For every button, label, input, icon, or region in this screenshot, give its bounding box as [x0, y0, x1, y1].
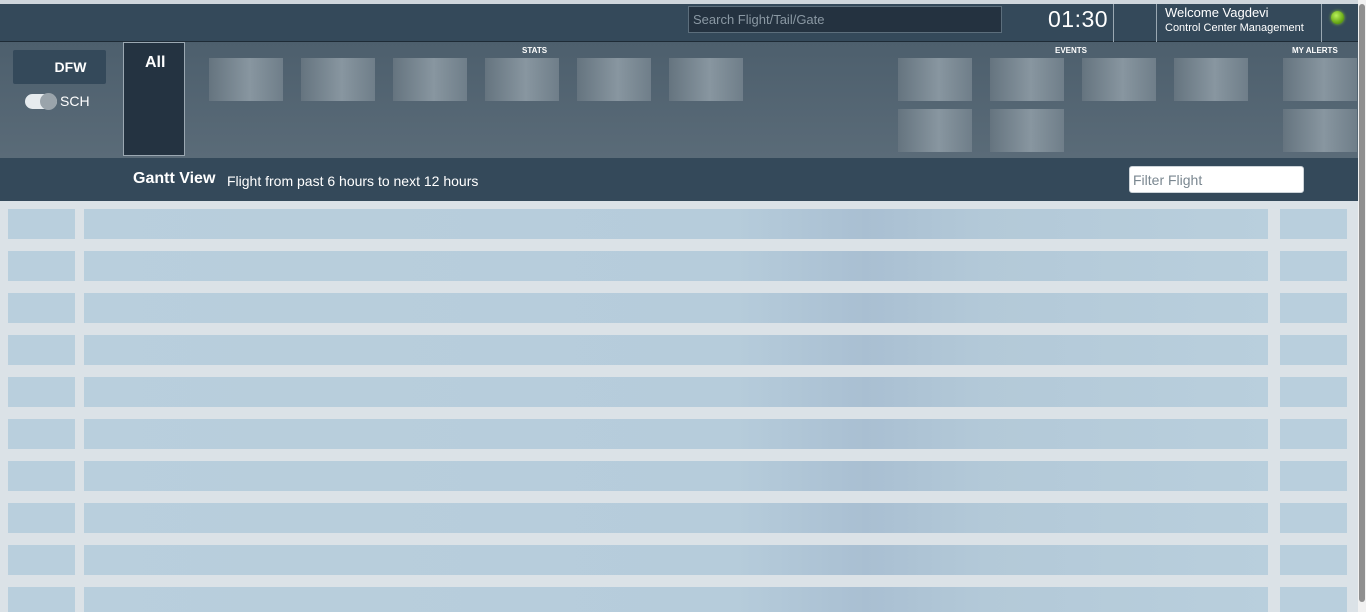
- event-tile[interactable]: [1082, 58, 1156, 101]
- row-timeline-cell: [84, 419, 1268, 449]
- alert-tile[interactable]: [1283, 109, 1357, 152]
- row-timeline-cell: [84, 545, 1268, 575]
- header-divider: [1321, 4, 1322, 42]
- alerts-section-title: MY ALERTS: [1292, 46, 1338, 55]
- station-button[interactable]: DFW: [13, 50, 106, 84]
- row-timeline-cell: [84, 293, 1268, 323]
- all-filter-tile[interactable]: All: [123, 42, 185, 156]
- row-label-cell: [8, 503, 75, 533]
- row-label-cell: [8, 335, 75, 365]
- stat-tile[interactable]: [301, 58, 375, 101]
- gantt-row[interactable]: [0, 377, 1358, 407]
- row-label-cell: [8, 377, 75, 407]
- gantt-title: Gantt View: [133, 170, 216, 187]
- sch-toggle[interactable]: [25, 93, 57, 110]
- user-role: Control Center Management: [1165, 22, 1304, 34]
- row-timeline-cell: [84, 209, 1268, 239]
- stat-tile[interactable]: [669, 58, 743, 101]
- events-section-title: EVENTS: [1055, 46, 1088, 55]
- row-label-cell: [8, 587, 75, 612]
- gantt-row[interactable]: [0, 461, 1358, 491]
- event-tile[interactable]: [990, 109, 1064, 152]
- row-timeline-cell: [84, 251, 1268, 281]
- row-label-cell: [8, 251, 75, 281]
- gantt-row[interactable]: [0, 503, 1358, 533]
- row-timeline-cell: [84, 503, 1268, 533]
- row-timeline-cell: [84, 335, 1268, 365]
- stats-section-title: STATS: [522, 46, 548, 55]
- row-end-cell: [1280, 587, 1347, 612]
- row-end-cell: [1280, 251, 1347, 281]
- row-label-cell: [8, 293, 75, 323]
- row-end-cell: [1280, 377, 1347, 407]
- event-tile[interactable]: [898, 58, 972, 101]
- row-timeline-cell: [84, 587, 1268, 612]
- event-tile[interactable]: [1174, 58, 1248, 101]
- row-label-cell: [8, 419, 75, 449]
- event-tile[interactable]: [898, 109, 972, 152]
- row-label-cell: [8, 209, 75, 239]
- row-label-cell: [8, 461, 75, 491]
- gantt-rows: [0, 201, 1358, 612]
- gantt-row[interactable]: [0, 293, 1358, 323]
- welcome-text: Welcome Vagdevi: [1165, 5, 1269, 20]
- gantt-subtitle: Flight from past 6 hours to next 12 hour…: [227, 173, 479, 189]
- sch-toggle-label: SCH: [60, 93, 90, 109]
- row-timeline-cell: [84, 377, 1268, 407]
- clock-display: 01:30: [1048, 6, 1109, 32]
- gantt-row[interactable]: [0, 335, 1358, 365]
- toggle-knob: [40, 93, 57, 110]
- vertical-scrollbar[interactable]: [1358, 0, 1366, 612]
- search-input[interactable]: [688, 6, 1002, 33]
- row-end-cell: [1280, 293, 1347, 323]
- row-label-cell: [8, 545, 75, 575]
- header-divider: [1113, 4, 1114, 42]
- gantt-row[interactable]: [0, 587, 1358, 612]
- row-end-cell: [1280, 461, 1347, 491]
- top-header: 01:30 Welcome Vagdevi Control Center Man…: [0, 0, 1358, 42]
- summary-panel: DFW SCH All STATS EVENTS MY ALERTS: [0, 42, 1358, 158]
- filter-flight-input[interactable]: [1129, 166, 1304, 193]
- gantt-row[interactable]: [0, 545, 1358, 575]
- header-divider: [1156, 4, 1157, 42]
- row-end-cell: [1280, 545, 1347, 575]
- event-tile[interactable]: [990, 58, 1064, 101]
- row-end-cell: [1280, 335, 1347, 365]
- stat-tile[interactable]: [393, 58, 467, 101]
- connection-status-icon: [1331, 11, 1344, 24]
- row-timeline-cell: [84, 461, 1268, 491]
- all-filter-label: All: [145, 54, 166, 71]
- gantt-header: Gantt View Flight from past 6 hours to n…: [0, 158, 1358, 201]
- row-end-cell: [1280, 209, 1347, 239]
- row-end-cell: [1280, 419, 1347, 449]
- stat-tile[interactable]: [209, 58, 283, 101]
- gantt-row[interactable]: [0, 251, 1358, 281]
- alert-tile[interactable]: [1283, 58, 1357, 101]
- gantt-row[interactable]: [0, 209, 1358, 239]
- row-end-cell: [1280, 503, 1347, 533]
- gantt-row[interactable]: [0, 419, 1358, 449]
- scrollbar-thumb[interactable]: [1359, 4, 1365, 602]
- stat-tile[interactable]: [577, 58, 651, 101]
- stat-tile[interactable]: [485, 58, 559, 101]
